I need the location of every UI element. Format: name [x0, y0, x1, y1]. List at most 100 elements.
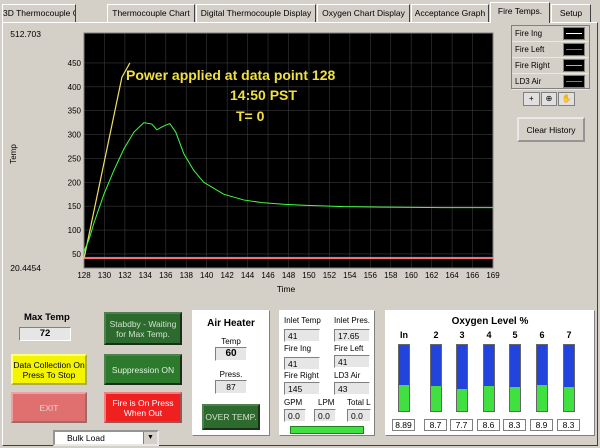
- tab-digital-thermocouple-display[interactable]: Digital Thermocouple Display: [196, 4, 316, 22]
- x-tick-label: 152: [323, 271, 337, 280]
- inlet-pres-value: 17.65: [334, 329, 370, 342]
- oxygen-level-value: 8.7: [424, 419, 447, 431]
- oxygen-level-fill: [457, 388, 467, 411]
- oxygen-level-bar: [456, 344, 468, 412]
- y-max-label[interactable]: 512.703: [10, 29, 41, 39]
- ld3-air-value: 43: [334, 382, 370, 395]
- y-tick-label: 300: [68, 131, 82, 140]
- oxygen-column-label: 5: [512, 330, 518, 340]
- exit-button[interactable]: EXIT: [11, 392, 87, 423]
- pan-hand-icon[interactable]: ✋: [558, 92, 576, 106]
- max-temp-value: 72: [19, 327, 71, 341]
- plot-legend[interactable]: Fire Ing Fire Left Fire Right LD3 Air: [511, 25, 590, 90]
- flow-indicator-bar: [290, 426, 364, 434]
- oxygen-level-bar: [483, 344, 495, 412]
- cursor-move-icon[interactable]: +: [523, 92, 540, 106]
- x-tick-label: 169: [486, 271, 500, 280]
- x-tick-label: 162: [425, 271, 439, 280]
- oxygen-column-label: 3: [459, 330, 465, 340]
- fire-ing-label: Fire Ing: [284, 344, 312, 353]
- suppression-button[interactable]: Suppression ON: [104, 354, 182, 385]
- tab-fire-temps[interactable]: Fire Temps.: [490, 2, 550, 23]
- clear-history-button[interactable]: Clear History: [517, 117, 585, 142]
- oxygen-level-value: 8.3: [503, 419, 526, 431]
- air-heater-press-value: 87: [215, 380, 247, 394]
- oxygen-column-label: 6: [539, 330, 545, 340]
- oxygen-level-bar: [563, 344, 575, 412]
- oxygen-level-value: 8.9: [530, 419, 553, 431]
- oxygen-level-bar: [509, 344, 521, 412]
- x-tick-label: 164: [445, 271, 459, 280]
- tab-3d-thermocouple-graph[interactable]: 3D Thermocouple Graph: [2, 4, 76, 22]
- oxygen-level-fill: [484, 385, 494, 411]
- x-tick-label: 138: [180, 271, 194, 280]
- data-collection-button[interactable]: Data Collection On Press To Stop: [11, 354, 87, 385]
- oxygen-column-label: 2: [433, 330, 439, 340]
- oxygen-level-fill: [537, 385, 547, 411]
- zoom-icon[interactable]: ⊕: [540, 92, 558, 106]
- y-tick-label: 250: [68, 154, 82, 163]
- tab-acceptance-graph[interactable]: Acceptance Graph: [411, 4, 489, 22]
- x-tick-label: 150: [302, 271, 316, 280]
- fire-left-value: 41: [334, 355, 370, 368]
- x-tick-label: 156: [364, 271, 378, 280]
- oxygen-column-label: In: [400, 330, 408, 340]
- gpm-value: 0.0: [284, 409, 306, 422]
- x-tick-label: 160: [405, 271, 419, 280]
- y-tick-label: 50: [72, 250, 81, 259]
- y-tick-label: 100: [68, 226, 82, 235]
- x-tick-label: 142: [220, 271, 234, 280]
- tab-oxygen-chart-display[interactable]: Oxygen Chart Display: [317, 4, 410, 22]
- oxygen-level-fill: [564, 387, 574, 411]
- air-heater-press-label: Press.: [219, 370, 243, 379]
- fire-right-label: Fire Right: [284, 371, 319, 380]
- lpm-value: 0.0: [314, 409, 336, 422]
- tab-thermocouple-chart[interactable]: Thermocouple Chart: [107, 4, 195, 22]
- y-tick-label: 450: [68, 59, 82, 68]
- y-tick-label: 200: [68, 178, 82, 187]
- x-tick-label: 128: [77, 271, 91, 280]
- y-tick-label: 150: [68, 202, 82, 211]
- fire-ing-value: 41: [284, 357, 320, 370]
- over-temp-indicator[interactable]: OVER TEMP.: [202, 404, 260, 430]
- oxygen-level-value: 7.7: [450, 419, 473, 431]
- oxygen-level-bar: [398, 344, 410, 412]
- x-tick-label: 136: [159, 271, 173, 280]
- x-tick-label: 144: [241, 271, 255, 280]
- oxygen-level-bar: [430, 344, 442, 412]
- total-label: Total L: [347, 398, 371, 407]
- max-temp-label: Max Temp: [24, 312, 70, 323]
- x-tick-label: 148: [282, 271, 296, 280]
- standby-button[interactable]: Stabdby - Waiting for Max Temp.: [104, 312, 182, 345]
- chevron-down-icon[interactable]: ▼: [143, 432, 157, 444]
- inlet-temp-label: Inlet Temp: [284, 316, 321, 325]
- legend-item-fire-right[interactable]: Fire Right: [512, 58, 589, 74]
- x-tick-label: 132: [118, 271, 132, 280]
- annotation-line-3: T= 0: [236, 108, 265, 124]
- legend-item-ld3-air[interactable]: LD3 Air: [512, 74, 589, 90]
- y-min-label[interactable]: 20.4454: [10, 263, 41, 273]
- inlet-pres-label: Inlet Pres.: [334, 316, 371, 325]
- legend-swatch: [563, 43, 585, 56]
- legend-swatch: [563, 27, 585, 40]
- x-tick-label: 134: [139, 271, 153, 280]
- y-tick-label: 400: [68, 83, 82, 92]
- oxygen-title: Oxygen Level %: [451, 316, 529, 327]
- bulk-load-select[interactable]: Bulk Load ▼: [53, 430, 159, 446]
- air-heater-title: Air Heater: [207, 318, 255, 329]
- lpm-label: LPM: [318, 398, 335, 407]
- fire-button[interactable]: Fire is On Press When Out: [104, 392, 182, 423]
- legend-swatch: [563, 59, 585, 72]
- graph-palette: + ⊕ ✋: [523, 92, 576, 106]
- legend-item-fire-left[interactable]: Fire Left: [512, 42, 589, 58]
- fire-right-value: 145: [284, 382, 320, 395]
- oxygen-level-value: 8.6: [477, 419, 500, 431]
- legend-item-fire-ing[interactable]: Fire Ing: [512, 26, 589, 42]
- inlet-temp-value: 41: [284, 329, 320, 342]
- tab-setup[interactable]: Setup: [551, 4, 591, 22]
- oxygen-level-fill: [399, 385, 409, 411]
- y-axis-label: Temp: [9, 144, 18, 164]
- x-tick-label: 130: [98, 271, 112, 280]
- x-axis-label: Time: [277, 284, 296, 294]
- legend-swatch: [563, 75, 585, 88]
